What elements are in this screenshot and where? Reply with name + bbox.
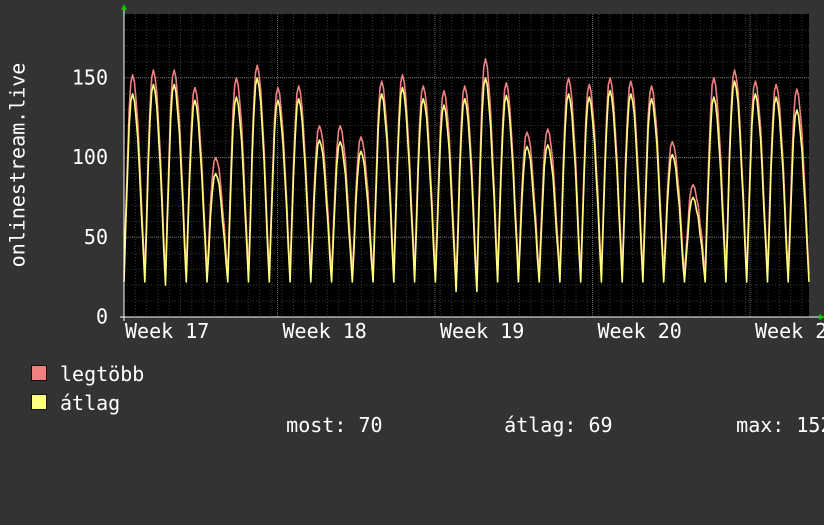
stat-max: max: 152 bbox=[688, 392, 824, 458]
legend-avg: átlag most: 70 átlag: 69 max: 152 bbox=[31, 391, 824, 436]
x-tick-label: Week 2 bbox=[755, 319, 824, 343]
x-tick-label: Week 17 bbox=[125, 319, 209, 343]
legend-max-swatch bbox=[31, 365, 47, 381]
y-tick-label: 50 bbox=[84, 225, 108, 249]
stat-average: átlag: 69 bbox=[456, 392, 613, 458]
y-axis-arrow bbox=[121, 4, 127, 10]
legend-avg-label: átlag bbox=[60, 391, 121, 415]
x-tick-label: Week 18 bbox=[283, 319, 367, 343]
stat-current: most: 70 bbox=[238, 392, 383, 458]
stat-average-value: 69 bbox=[588, 413, 613, 437]
y-axis-label: onlinestream.live bbox=[6, 63, 30, 268]
legend-max-label: legtöbb bbox=[60, 362, 145, 386]
x-tick-label: Week 19 bbox=[440, 319, 524, 343]
stat-max-value: 152 bbox=[796, 413, 824, 437]
x-tick-label: Week 20 bbox=[598, 319, 682, 343]
stat-current-label: most: bbox=[286, 413, 347, 437]
legend-max: legtöbb bbox=[31, 363, 144, 385]
y-tick-label: 100 bbox=[72, 145, 108, 169]
y-tick-label: 150 bbox=[72, 65, 108, 89]
y-tick-label: 0 bbox=[96, 305, 108, 329]
stat-average-label: átlag: bbox=[504, 413, 577, 437]
stat-current-value: 70 bbox=[358, 413, 383, 437]
legend-avg-swatch bbox=[31, 394, 47, 410]
stat-max-label: max: bbox=[736, 413, 785, 437]
